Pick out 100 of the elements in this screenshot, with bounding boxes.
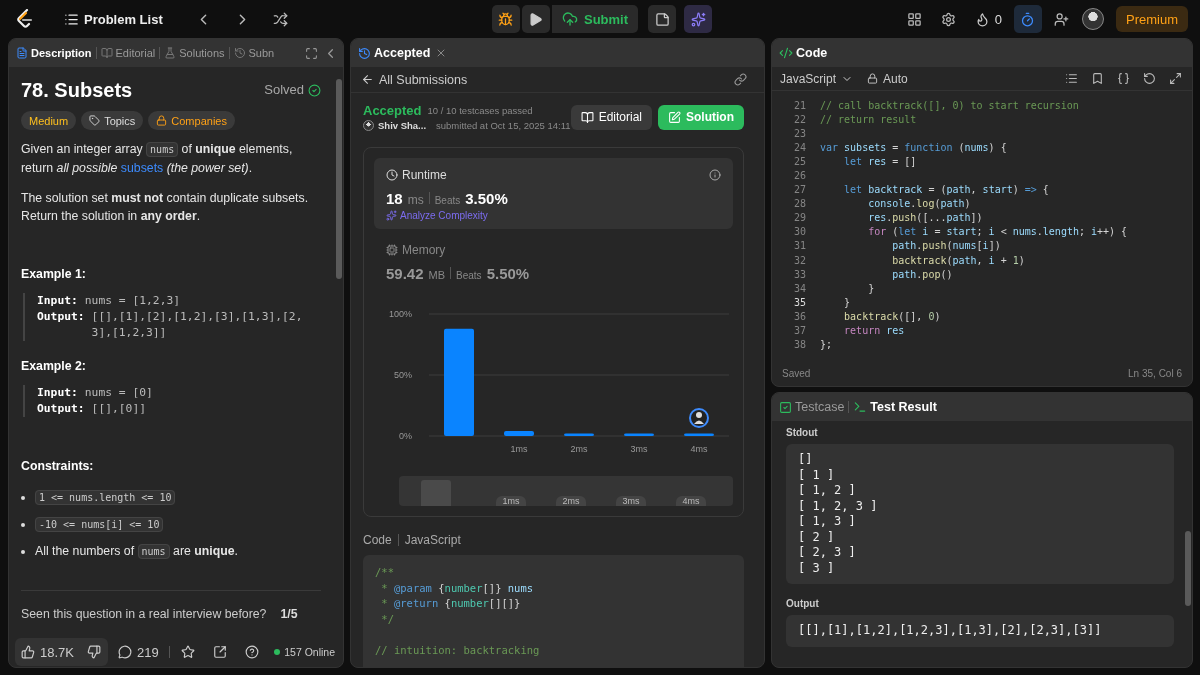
example-value: nums = [1,2,3] bbox=[84, 293, 182, 309]
line-number: 36 bbox=[792, 309, 806, 324]
beats-value: 3.50% bbox=[465, 190, 508, 207]
memory-label: Memory bbox=[402, 243, 446, 257]
example-label: Output: bbox=[37, 401, 85, 417]
code-line: path.pop() bbox=[891, 267, 954, 282]
code-line: console.log(path) bbox=[867, 197, 972, 212]
line-number: 32 bbox=[792, 253, 806, 268]
panel-tab[interactable]: Solutions bbox=[162, 47, 227, 59]
editorial-button[interactable]: Editorial bbox=[570, 104, 652, 130]
line-number: 27 bbox=[792, 183, 806, 198]
line-number: 37 bbox=[792, 323, 806, 338]
streak-button[interactable]: 0 bbox=[968, 5, 1008, 33]
saved-status: Saved bbox=[782, 367, 811, 379]
testcases-label: 10 / 10 testcases passed bbox=[427, 105, 533, 116]
auto-button[interactable]: Auto bbox=[861, 68, 914, 89]
stdout-line: [ 2, 3 ] bbox=[798, 545, 857, 561]
stdout-line: [ 3 ] bbox=[798, 560, 836, 576]
stdout-line: [ 1, 3 ] bbox=[798, 514, 857, 530]
example-label: Input: bbox=[37, 293, 78, 309]
line-number: 21 bbox=[792, 99, 806, 113]
code-line: for (let i = start; i < nums.length; i++) { bbox=[867, 225, 1129, 240]
difficulty-tag: Medium bbox=[21, 111, 77, 130]
interview-count: 1/5 bbox=[280, 606, 298, 623]
stdout-line: [ 1, 2, 3 ] bbox=[798, 498, 879, 514]
navigator-label: 2ms bbox=[556, 496, 586, 506]
axis-label: 50% bbox=[394, 370, 412, 380]
panel-tab[interactable]: Testcase bbox=[777, 400, 847, 414]
navigator-label: 4ms bbox=[676, 496, 706, 506]
code-line: let res = [] bbox=[843, 155, 918, 170]
stdout-line: [ 1, 2 ] bbox=[798, 483, 857, 499]
code-line: } bbox=[867, 281, 876, 296]
line-number: 23 bbox=[792, 127, 806, 142]
solved-label: Solved bbox=[264, 81, 304, 99]
stdout-line: [ 2 ] bbox=[798, 529, 836, 545]
accepted-tab[interactable]: Accepted bbox=[356, 46, 433, 60]
line-number: 28 bbox=[792, 197, 806, 212]
code-line: // return result bbox=[820, 113, 918, 128]
output-label: Output bbox=[786, 598, 820, 609]
code-line: * @param {number[]} nums bbox=[380, 580, 535, 596]
axis-label: 1ms bbox=[510, 444, 528, 454]
line-number: 38 bbox=[792, 337, 806, 352]
line-number: 31 bbox=[792, 239, 806, 254]
runtime-label: Runtime bbox=[402, 168, 447, 182]
code-line: */ bbox=[380, 611, 395, 627]
code-line: // call backtrack([], 0) to start recursion bbox=[820, 99, 1080, 113]
user-name[interactable]: Shiv Sha... bbox=[378, 120, 427, 131]
code-line: * @return {number[][]} bbox=[380, 596, 522, 611]
panel-tab[interactable]: Test Result bbox=[851, 400, 939, 414]
cursor-position: Ln 35, Col 6 bbox=[1128, 367, 1182, 379]
navigator-label: 1ms bbox=[496, 496, 526, 506]
language-select[interactable]: JavaScript bbox=[780, 68, 854, 89]
stdout-line: [] bbox=[798, 452, 814, 468]
problem-title: 78. Subsets bbox=[21, 81, 133, 99]
stdout-label: Stdout bbox=[786, 427, 819, 438]
comments-button[interactable]: 219 bbox=[112, 638, 165, 666]
example-value: nums = [0] bbox=[84, 385, 154, 401]
interview-question: Seen this question in a real interview before? bbox=[21, 606, 267, 623]
back-button[interactable]: All Submissions bbox=[361, 69, 468, 90]
line-number: 26 bbox=[792, 169, 806, 184]
constraint-item: All the numbers of nums are unique. bbox=[34, 543, 239, 561]
beats-label: Beats bbox=[434, 195, 461, 206]
constraints-title: Constraints: bbox=[21, 458, 95, 475]
memory-value: 59.42 bbox=[386, 265, 424, 282]
status-label: Accepted bbox=[363, 103, 422, 118]
chart-navigator[interactable]: 1ms 2ms 3ms 4ms bbox=[399, 476, 733, 506]
runtime-card[interactable]: Runtime 18 ms Beats 3.50% Analyze Complexity bbox=[374, 158, 733, 229]
premium-button[interactable]: Premium bbox=[1116, 6, 1188, 32]
output-box: [[],[1],[1,2],[1,2,3],[1,3],[2],[2,3],[3]] bbox=[786, 615, 1174, 647]
panel-tab[interactable]: Subn bbox=[231, 47, 277, 59]
example-label: Output: bbox=[37, 309, 85, 325]
navigator-label: 3ms bbox=[616, 496, 646, 506]
code-line: var subsets = function (nums) { bbox=[820, 141, 1008, 156]
submitted-time: submitted at Oct 15, 2025 14:11 bbox=[436, 120, 571, 131]
line-number: 29 bbox=[792, 211, 806, 226]
problem-statement: Given an integer array nums of unique elements, return all possible subsets (the power set). bbox=[21, 141, 294, 177]
line-number: 34 bbox=[792, 281, 806, 296]
example-title: Example 1: bbox=[21, 266, 87, 283]
code-line: }; bbox=[820, 337, 834, 352]
axis-label: 0% bbox=[399, 431, 412, 441]
code-line: backtrack([], 0) bbox=[843, 309, 942, 324]
axis-label: 100% bbox=[388, 309, 412, 319]
code-tab[interactable]: Code bbox=[777, 46, 830, 60]
panel-tab[interactable]: Editorial bbox=[98, 47, 158, 59]
line-number: 25 bbox=[792, 155, 806, 170]
line-number: 33 bbox=[792, 267, 806, 282]
constraint-item: 1 <= nums.length <= 10 bbox=[33, 487, 178, 508]
beats-label: Beats bbox=[456, 270, 482, 281]
code-line: res.push([...path]) bbox=[867, 211, 984, 226]
companies-tag[interactable]: Companies bbox=[148, 111, 235, 130]
problem-list-button[interactable]: Problem List bbox=[58, 5, 179, 33]
stdout-line: [ 1 ] bbox=[798, 467, 836, 483]
topics-tag[interactable]: Topics bbox=[81, 111, 144, 130]
runtime-unit: ms bbox=[407, 193, 424, 207]
panel-tab[interactable]: Description bbox=[14, 47, 94, 59]
subsets-link[interactable]: subsets bbox=[120, 161, 164, 175]
axis-label: 4ms bbox=[690, 444, 708, 454]
submit-button[interactable]: Submit bbox=[551, 5, 639, 33]
online-count: 157 Online bbox=[284, 646, 335, 658]
code-line: let backtrack = (path, start) => { bbox=[843, 183, 1050, 198]
